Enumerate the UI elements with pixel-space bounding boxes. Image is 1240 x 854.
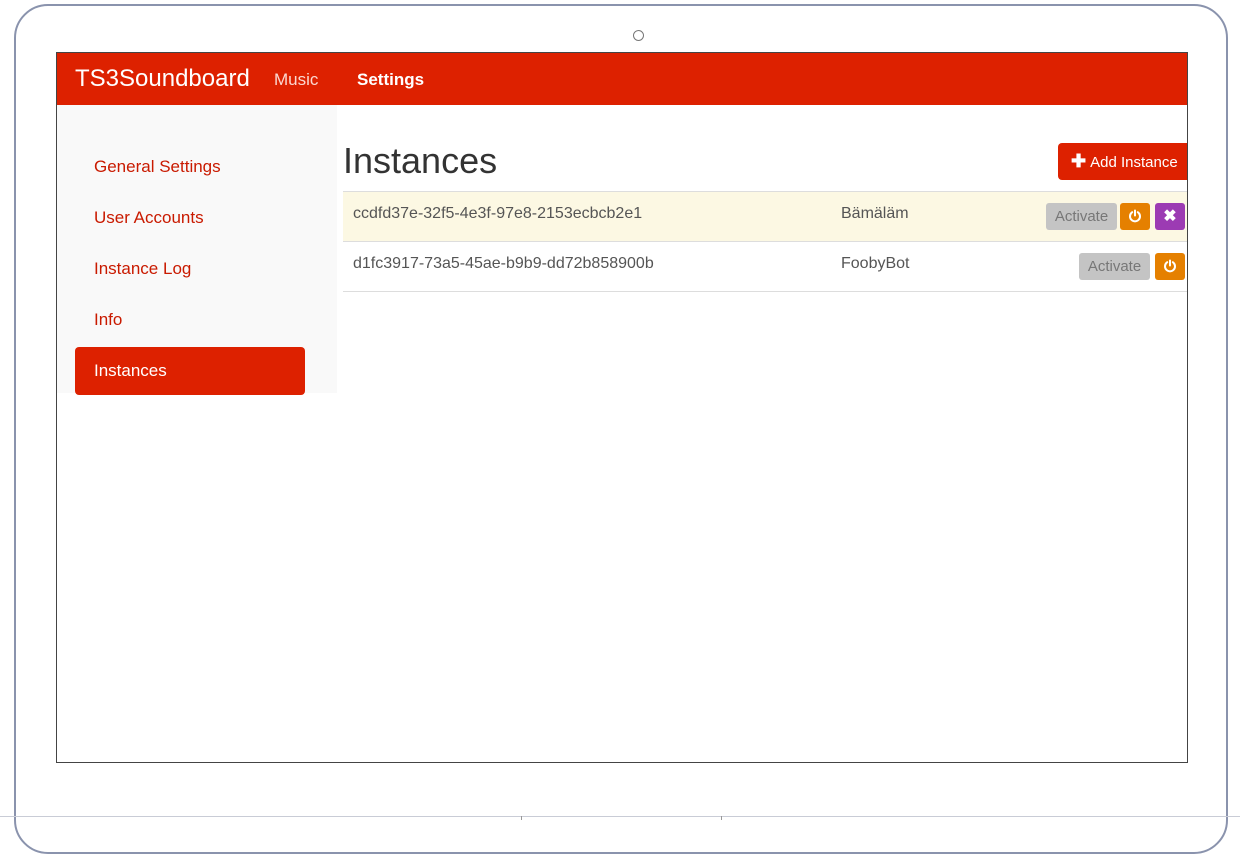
desk-tick — [721, 816, 722, 820]
times-icon: ✖ — [1163, 208, 1177, 225]
sidebar-item-instance-log[interactable]: Instance Log — [75, 245, 305, 293]
app-screen: TS3Soundboard Music Settings General Set… — [56, 52, 1188, 763]
power-icon — [1164, 259, 1176, 273]
instance-id: ccdfd37e-32f5-4e3f-97e8-2153ecbcb2e1 — [353, 205, 643, 222]
table-row: ccdfd37e-32f5-4e3f-97e8-2153ecbcb2e1 Bäm… — [343, 192, 1187, 242]
instance-id: d1fc3917-73a5-45ae-b9b9-dd72b858900b — [353, 255, 654, 272]
activate-button[interactable]: Activate — [1079, 253, 1150, 280]
power-button[interactable] — [1155, 253, 1185, 280]
sidebar-item-instances[interactable]: Instances — [75, 347, 305, 395]
page-title: Instances — [343, 140, 498, 181]
add-instance-button[interactable]: ✚ Add Instance — [1058, 143, 1187, 180]
desk-tick — [521, 816, 522, 820]
sidebar-item-info[interactable]: Info — [75, 296, 305, 344]
navbar: TS3Soundboard Music Settings — [57, 53, 1187, 105]
nav-music[interactable]: Music — [274, 70, 318, 90]
power-button[interactable] — [1120, 203, 1150, 230]
instance-name: FoobyBot — [841, 255, 910, 272]
desk-line — [0, 816, 1240, 817]
table-row: d1fc3917-73a5-45ae-b9b9-dd72b858900b Foo… — [343, 242, 1187, 292]
sidebar-item-user-accounts[interactable]: User Accounts — [75, 194, 305, 242]
settings-sidebar: General Settings User Accounts Instance … — [75, 143, 305, 398]
add-instance-label: Add Instance — [1090, 154, 1178, 171]
activate-button[interactable]: Activate — [1046, 203, 1117, 230]
power-icon — [1129, 209, 1141, 223]
delete-button[interactable]: ✖ — [1155, 203, 1185, 230]
sidebar-item-general-settings[interactable]: General Settings — [75, 143, 305, 191]
camera-dot — [633, 30, 644, 41]
nav-settings[interactable]: Settings — [357, 70, 424, 90]
instance-name: Bämäläm — [841, 205, 909, 222]
instances-table: ccdfd37e-32f5-4e3f-97e8-2153ecbcb2e1 Bäm… — [343, 191, 1187, 292]
brand-link[interactable]: TS3Soundboard — [75, 65, 250, 93]
plus-icon: ✚ — [1071, 151, 1087, 171]
